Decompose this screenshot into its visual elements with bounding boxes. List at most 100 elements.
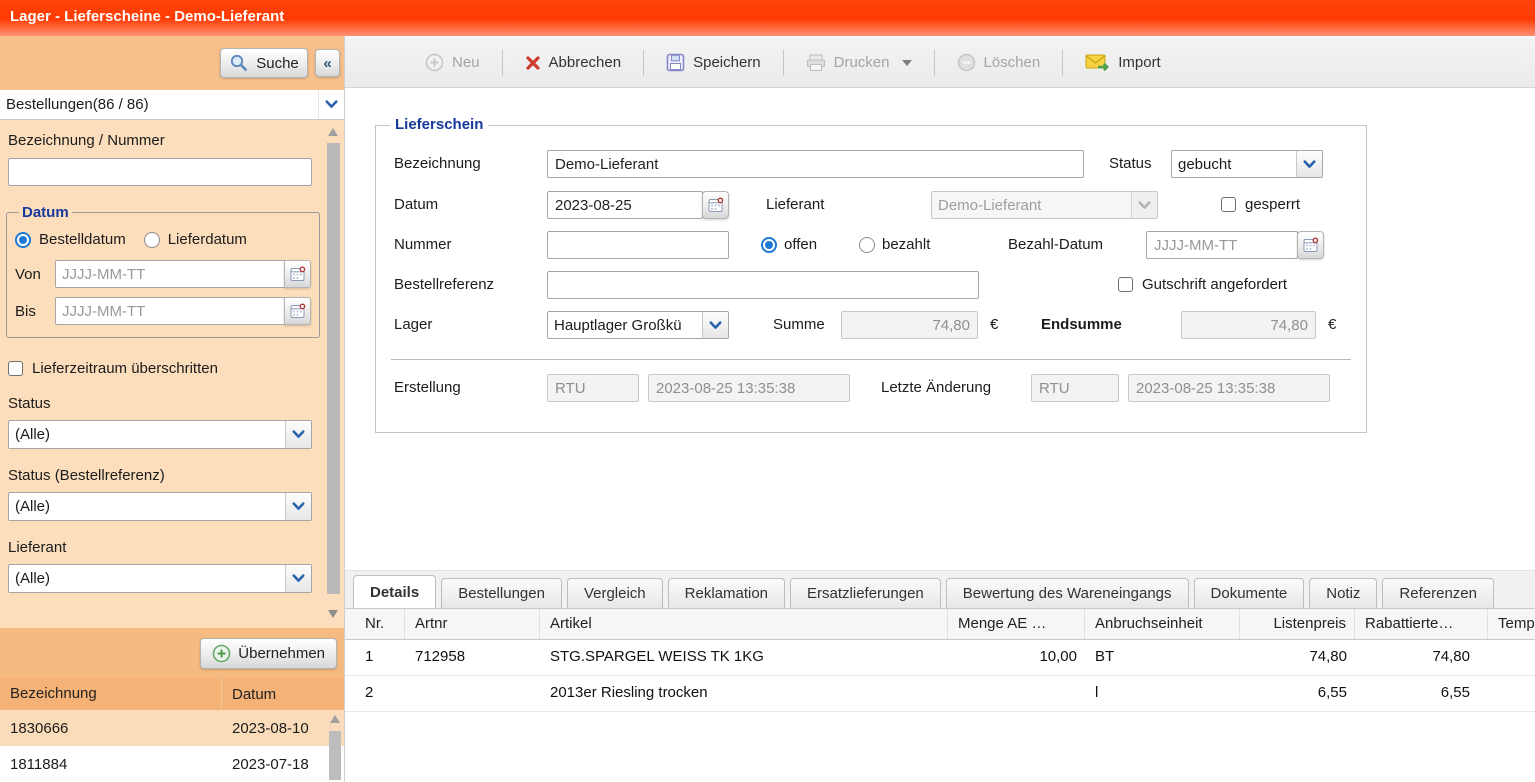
new-button[interactable]: Neu xyxy=(417,48,488,77)
letzte-aenderung-label: Letzte Änderung xyxy=(881,374,991,402)
name-filter-label: Bezeichnung / Nummer xyxy=(8,132,312,149)
table-row[interactable]: 1 712958 STG.SPARGEL WEISS TK 1KG 10,00 … xyxy=(345,640,1535,676)
overdue-checkbox[interactable] xyxy=(8,361,23,376)
tab-details[interactable]: Details xyxy=(353,575,436,608)
datum-input[interactable] xyxy=(547,191,703,219)
gesperrt-checkbox[interactable] xyxy=(1221,197,1236,212)
bezeichnung-input[interactable] xyxy=(547,150,1084,178)
bezahl-datum-input[interactable] xyxy=(1146,231,1298,259)
tab-vergleich[interactable]: Vergleich xyxy=(567,578,663,608)
save-button-label: Speichern xyxy=(693,54,761,71)
cell-menge xyxy=(948,676,1085,711)
save-button[interactable]: Speichern xyxy=(658,48,769,77)
bestellreferenz-input[interactable] xyxy=(547,271,979,299)
chevron-down-icon[interactable] xyxy=(318,90,344,119)
results-col-bezeichnung[interactable]: Bezeichnung xyxy=(0,678,222,710)
bezahl-datum-calendar-button[interactable] xyxy=(1297,231,1324,259)
date-from-input[interactable] xyxy=(55,260,285,288)
tab-notiz[interactable]: Notiz xyxy=(1309,578,1377,608)
endsumme-label: Endsumme xyxy=(1041,311,1122,339)
search-button-label: Suche xyxy=(256,55,299,72)
col-artikel[interactable]: Artikel xyxy=(540,609,948,639)
tab-ersatzlieferungen[interactable]: Ersatzlieferungen xyxy=(790,578,941,608)
status-filter-select[interactable]: (Alle) xyxy=(8,420,312,449)
col-anbruchseinheit[interactable]: Anbruchseinheit xyxy=(1085,609,1240,639)
results-list: Bezeichnung Datum 1830666 2023-08-10 181… xyxy=(0,678,344,782)
order-date-radio[interactable] xyxy=(15,232,31,248)
tab-referenzen[interactable]: Referenzen xyxy=(1382,578,1494,608)
supplier-filter-select[interactable]: (Alle) xyxy=(8,564,312,593)
date-to-calendar-button[interactable] xyxy=(284,297,311,325)
status-ref-filter-select[interactable]: (Alle) xyxy=(8,492,312,521)
results-col-datum[interactable]: Datum xyxy=(222,686,344,703)
import-button[interactable]: Import xyxy=(1077,49,1169,76)
plus-circle-icon xyxy=(212,644,231,663)
toolbar-separator xyxy=(783,50,784,76)
tab-label: Referenzen xyxy=(1399,585,1477,602)
date-to-input[interactable] xyxy=(55,297,285,325)
scroll-up-icon[interactable] xyxy=(328,128,338,136)
nummer-input[interactable] xyxy=(547,231,729,259)
col-menge-ae[interactable]: Menge AE … xyxy=(948,609,1085,639)
search-sidebar: Suche « Bestellungen(86 / 86) Bezeichnun… xyxy=(0,36,345,782)
scroll-down-icon[interactable] xyxy=(328,610,338,618)
result-mode-select[interactable]: Bestellungen(86 / 86) xyxy=(0,90,344,120)
print-button[interactable]: Drucken xyxy=(798,49,920,77)
col-listenpreis[interactable]: Listenpreis xyxy=(1240,609,1355,639)
col-artnr[interactable]: Artnr xyxy=(405,609,540,639)
tab-dokumente[interactable]: Dokumente xyxy=(1194,578,1305,608)
detail-tabs-area: Details Bestellungen Vergleich Reklamati… xyxy=(345,570,1535,782)
collapse-sidebar-button[interactable]: « xyxy=(315,49,340,77)
gesperrt-label: gesperrt xyxy=(1245,191,1300,219)
supplier-filter-value: (Alle) xyxy=(9,570,285,587)
gutschrift-checkbox[interactable] xyxy=(1118,277,1133,292)
chevron-down-icon[interactable] xyxy=(285,493,311,520)
delivery-date-radio-label: Lieferdatum xyxy=(168,231,247,248)
col-nr[interactable]: Nr. xyxy=(345,609,405,639)
print-dropdown-caret-icon[interactable] xyxy=(902,60,912,66)
apply-button-label: Übernehmen xyxy=(238,645,325,662)
scrollbar-thumb[interactable] xyxy=(327,143,340,594)
results-scrollbar[interactable] xyxy=(328,715,342,780)
date-from-calendar-button[interactable] xyxy=(284,260,311,288)
col-rabattierte[interactable]: Rabattierte… xyxy=(1355,609,1488,639)
chevron-down-icon[interactable] xyxy=(702,312,728,338)
bezeichnung-label: Bezeichnung xyxy=(394,150,481,178)
offen-radio[interactable] xyxy=(761,237,777,253)
cancel-button[interactable]: Abbrechen xyxy=(517,49,630,76)
filter-scrollbar[interactable] xyxy=(325,128,341,618)
tab-label: Details xyxy=(370,584,419,601)
scroll-up-icon[interactable] xyxy=(330,715,340,723)
form-divider xyxy=(391,359,1351,360)
tab-reklamation[interactable]: Reklamation xyxy=(668,578,785,608)
status-select[interactable]: gebucht xyxy=(1171,150,1323,178)
lager-select[interactable]: Hauptlager Großkü xyxy=(547,311,729,339)
name-filter-input[interactable] xyxy=(8,158,312,186)
col-temp[interactable]: Temp xyxy=(1488,609,1535,639)
list-item[interactable]: 1811884 2023-07-18 xyxy=(0,746,344,782)
tab-bestellungen[interactable]: Bestellungen xyxy=(441,578,562,608)
form-area: Lieferschein Bezeichnung Status gebucht xyxy=(345,88,1535,782)
status-ref-filter-value: (Alle) xyxy=(9,498,285,515)
search-button[interactable]: Suche xyxy=(220,48,308,78)
bezahlt-radio[interactable] xyxy=(859,237,875,253)
scrollbar-thumb[interactable] xyxy=(329,731,341,780)
app-window: Lager - Lieferscheine - Demo-Lieferant S… xyxy=(0,0,1535,782)
lager-label: Lager xyxy=(394,311,432,339)
datum-calendar-button[interactable] xyxy=(702,191,729,219)
apply-button[interactable]: Übernehmen xyxy=(200,638,337,669)
tab-bewertung-wareneingang[interactable]: Bewertung des Wareneingangs xyxy=(946,578,1189,608)
cell-temp xyxy=(1488,640,1535,675)
cell-rabattiert: 74,80 xyxy=(1355,640,1488,675)
toolbar: Neu Abbrechen Speichern xyxy=(345,36,1535,88)
chevron-down-icon[interactable] xyxy=(285,421,311,448)
cell-rabattiert: 6,55 xyxy=(1355,676,1488,711)
status-value: gebucht xyxy=(1172,156,1296,173)
bezahl-datum-label: Bezahl-Datum xyxy=(1008,231,1103,259)
delivery-date-radio[interactable] xyxy=(144,232,160,248)
list-item[interactable]: 1830666 2023-08-10 xyxy=(0,710,344,746)
delete-button[interactable]: Löschen xyxy=(949,48,1049,77)
table-row[interactable]: 2 2013er Riesling trocken l 6,55 6,55 xyxy=(345,676,1535,712)
chevron-down-icon[interactable] xyxy=(1296,151,1322,177)
chevron-down-icon[interactable] xyxy=(285,565,311,592)
